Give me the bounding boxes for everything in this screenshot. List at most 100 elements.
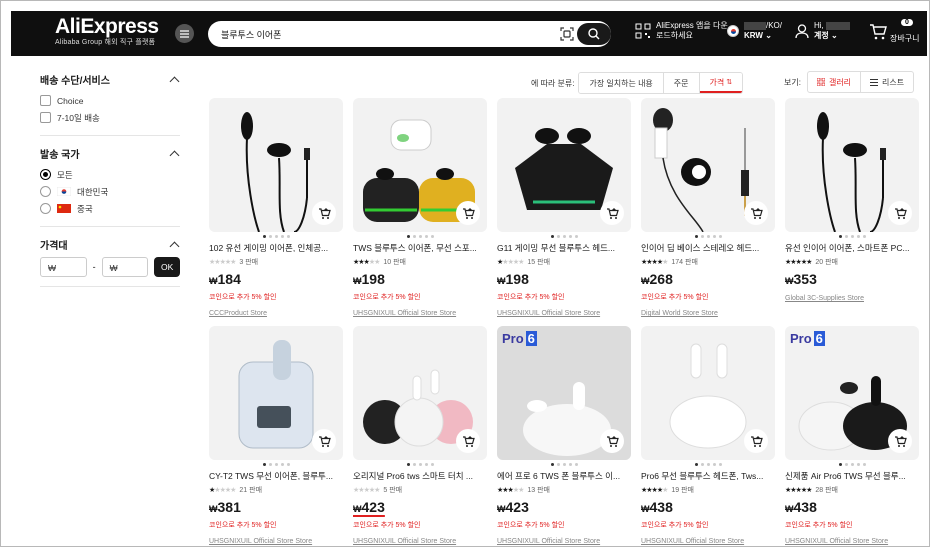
- product-image[interactable]: Pro 6: [497, 326, 631, 460]
- product-title[interactable]: G11 게이밍 무선 블루투스 헤드...: [497, 242, 631, 254]
- product-price: ₩198: [353, 271, 487, 287]
- account-menu[interactable]: Hi, 계정 ⌄: [795, 21, 851, 41]
- product-card[interactable]: CY-T2 TWS 무선 이어폰, 블루투... ★★★★★ 21 판매 ₩381 코인…: [209, 326, 343, 545]
- shipping-filter-header[interactable]: 배송 수단/서비스: [40, 71, 180, 87]
- menu-icon[interactable]: [175, 24, 194, 43]
- coin-discount-text: 코인으로 추가 5% 할인: [497, 522, 565, 529]
- product-title[interactable]: 에어 프로 6 TWS 폰 블루투스 이...: [497, 470, 631, 482]
- radio-selected[interactable]: [40, 169, 51, 180]
- product-card[interactable]: G11 게이밍 무선 블루투스 헤드... ★★★★★ 15 판매 ₩198 코인으로 …: [497, 98, 631, 317]
- store-link[interactable]: UHSGNIXUIL Official Store Store: [641, 538, 775, 545]
- country-option-all[interactable]: 모든: [40, 166, 180, 183]
- product-image[interactable]: [353, 98, 487, 232]
- store-link[interactable]: UHSGNIXUIL Official Store Store: [497, 538, 631, 545]
- add-to-cart-icon[interactable]: [456, 429, 480, 453]
- price-ok-button[interactable]: OK: [154, 257, 180, 277]
- add-to-cart-icon[interactable]: [600, 429, 624, 453]
- store-link[interactable]: CCCProduct Store: [209, 310, 343, 317]
- country-option-korea[interactable]: 대한민국: [40, 183, 180, 200]
- product-image[interactable]: [641, 98, 775, 232]
- image-carousel-dots[interactable]: [353, 463, 487, 468]
- product-title[interactable]: 유선 인이어 이어폰, 스마트폰 PC...: [785, 242, 919, 254]
- store-link[interactable]: UHSGNIXUIL Official Store Store: [353, 310, 487, 317]
- image-carousel-dots[interactable]: [209, 235, 343, 240]
- image-carousel-dots[interactable]: [209, 463, 343, 468]
- price-value: 438: [793, 499, 817, 515]
- shipping-option-7-10-days[interactable]: 7-10일 배송: [40, 109, 180, 126]
- product-card[interactable]: 102 유선 게이밍 이어폰, 인체공... ★★★★★ 3 판매 ₩184 코인으로 …: [209, 98, 343, 317]
- product-title[interactable]: 신제품 Air Pro6 TWS 무선 블루...: [785, 470, 919, 482]
- search-button[interactable]: [577, 23, 611, 45]
- product-image[interactable]: Pro 6: [785, 326, 919, 460]
- product-title[interactable]: Pro6 무선 블루투스 헤드폰, Tws...: [641, 470, 775, 482]
- store-link[interactable]: UHSGNIXUIL Official Store Store: [209, 538, 343, 545]
- radio[interactable]: [40, 186, 51, 197]
- price-min-input[interactable]: ₩: [40, 257, 87, 277]
- add-to-cart-icon[interactable]: [744, 429, 768, 453]
- store-link[interactable]: UHSGNIXUIL Official Store Store: [353, 538, 487, 545]
- product-title[interactable]: 인이어 딥 베이스 스테레오 헤드...: [641, 242, 775, 254]
- product-image[interactable]: [785, 98, 919, 232]
- radio[interactable]: [40, 203, 51, 214]
- product-rating: ★★★★★ 3 판매: [209, 257, 343, 266]
- list-view-button[interactable]: 리스트: [861, 71, 915, 93]
- store-link[interactable]: UHSGNIXUIL Official Store Store: [497, 310, 631, 317]
- image-carousel-dots[interactable]: [497, 235, 631, 240]
- product-card[interactable]: Pro 6 에어 프로 6 TWS 폰 블루투스 이... ★★★★★ 13 판매 ₩42…: [497, 326, 631, 545]
- product-title[interactable]: CY-T2 TWS 무선 이어폰, 블루투...: [209, 470, 343, 482]
- add-to-cart-icon[interactable]: [456, 201, 480, 225]
- price-filter-header[interactable]: 가격대: [40, 236, 180, 252]
- image-search-icon[interactable]: [560, 27, 574, 41]
- gallery-view-button[interactable]: 갤러리: [806, 71, 862, 93]
- product-title[interactable]: 102 유선 게이밍 이어폰, 인체공...: [209, 242, 343, 254]
- image-carousel-dots[interactable]: [353, 235, 487, 240]
- shipping-option-choice[interactable]: Choice: [40, 92, 180, 109]
- image-carousel-dots[interactable]: [641, 235, 775, 240]
- product-card[interactable]: 인이어 딥 베이스 스테레오 헤드... ★★★★★ 174 판매 ₩268 코인으로 …: [641, 98, 775, 317]
- sold-count: 10 판매: [383, 258, 407, 266]
- product-title[interactable]: 오리지널 Pro6 tws 스마트 터치 ...: [353, 470, 487, 482]
- product-title[interactable]: TWS 블루투스 이어폰, 무선 스포...: [353, 242, 487, 254]
- product-card[interactable]: Pro6 무선 블루투스 헤드폰, Tws... ★★★★★ 19 판매 ₩438 코인…: [641, 326, 775, 545]
- country-option-china[interactable]: 중국: [40, 200, 180, 217]
- image-carousel-dots[interactable]: [497, 463, 631, 468]
- country-filter-header[interactable]: 발송 국가: [40, 145, 180, 161]
- app-download[interactable]: AliExpress 앱을 다운로드하세요: [635, 21, 728, 41]
- checkbox[interactable]: [40, 112, 51, 123]
- sort-orders[interactable]: 주문: [663, 73, 700, 93]
- add-to-cart-icon[interactable]: [888, 201, 912, 225]
- grid-icon: [816, 78, 825, 86]
- search-input[interactable]: 블루투스 이어폰: [221, 28, 281, 41]
- search-box[interactable]: 블루투스 이어폰: [208, 21, 611, 47]
- aliexpress-logo[interactable]: AliExpress Alibaba Group 해외 직구 플랫폼: [55, 15, 159, 47]
- checkbox[interactable]: [40, 95, 51, 106]
- product-image[interactable]: [641, 326, 775, 460]
- product-image[interactable]: [209, 98, 343, 232]
- sort-best-match[interactable]: 가장 일치하는 내용: [579, 73, 664, 93]
- product-card[interactable]: 오리지널 Pro6 tws 스마트 터치 ... ★★★★★ 5 판매 ₩423 코인으…: [353, 326, 487, 545]
- store-link[interactable]: UHSGNIXUIL Official Store Store: [785, 538, 919, 545]
- product-card[interactable]: 유선 인이어 이어폰, 스마트폰 PC... ★★★★★ 20 판매 ₩353 Glob…: [785, 98, 919, 302]
- add-to-cart-icon[interactable]: [312, 201, 336, 225]
- add-to-cart-icon[interactable]: [312, 429, 336, 453]
- price-value: 184: [217, 271, 241, 287]
- product-image[interactable]: [353, 326, 487, 460]
- store-link[interactable]: Global 3C-Supplies Store: [785, 295, 919, 302]
- add-to-cart-icon[interactable]: [600, 201, 624, 225]
- cart-button[interactable]: 0 장바구니: [869, 19, 919, 44]
- add-to-cart-icon[interactable]: [888, 429, 912, 453]
- product-card[interactable]: Pro 6 신제품 Air Pro6 TWS 무선 블루... ★★★★★ 28 판매 ₩…: [785, 326, 919, 545]
- product-image[interactable]: [209, 326, 343, 460]
- image-carousel-dots[interactable]: [785, 235, 919, 240]
- user-greeting: Hi,: [814, 21, 824, 30]
- price-max-input[interactable]: ₩: [101, 257, 149, 277]
- sort-price[interactable]: 가격 ⇅: [699, 73, 743, 93]
- option-label: 대한민국: [77, 186, 109, 197]
- locale-selector[interactable]: /KO/ KRW ⌄: [727, 21, 782, 41]
- image-carousel-dots[interactable]: [785, 463, 919, 468]
- add-to-cart-icon[interactable]: [744, 201, 768, 225]
- product-image[interactable]: [497, 98, 631, 232]
- store-link[interactable]: Digital World Store Store: [641, 310, 775, 317]
- product-card[interactable]: TWS 블루투스 이어폰, 무선 스포... ★★★★★ 10 판매 ₩198 코인으로…: [353, 98, 487, 317]
- image-carousel-dots[interactable]: [641, 463, 775, 468]
